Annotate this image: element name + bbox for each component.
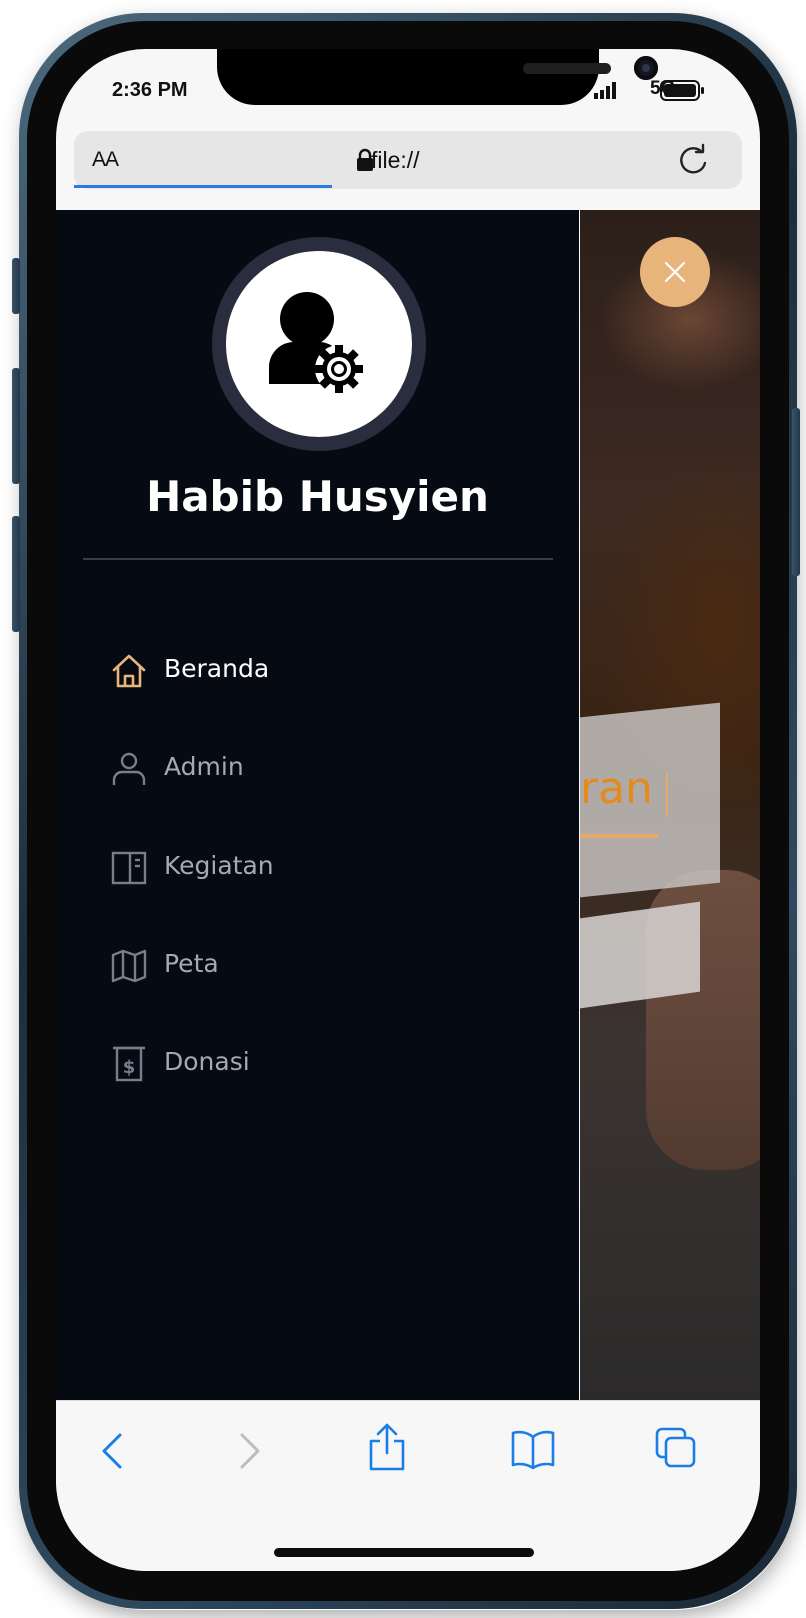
front-camera bbox=[634, 56, 658, 80]
forward-icon[interactable] bbox=[232, 1431, 264, 1471]
status-time: 2:36 PM bbox=[112, 79, 188, 101]
reload-icon[interactable] bbox=[676, 143, 710, 177]
address-bar[interactable]: AA file:// bbox=[74, 131, 742, 189]
home-indicator bbox=[274, 1548, 534, 1557]
web-content: ran Habib Husyien Beranda Admin Kegiatan… bbox=[56, 210, 760, 1400]
power-button bbox=[792, 408, 800, 576]
user-icon bbox=[112, 752, 146, 785]
sidebar-item-label: Donasi bbox=[164, 1047, 250, 1076]
bookmarks-icon[interactable] bbox=[511, 1429, 555, 1469]
sidebar-item-admin[interactable]: Admin bbox=[110, 740, 550, 796]
user-name: Habib Husyien bbox=[146, 472, 489, 521]
url-field[interactable]: file:// bbox=[371, 147, 420, 174]
receipt-dollar-icon: $ bbox=[113, 1046, 145, 1082]
map-icon bbox=[111, 949, 147, 983]
speaker bbox=[523, 63, 611, 74]
volume-down-button bbox=[12, 516, 20, 632]
mute-switch bbox=[12, 258, 20, 314]
browser-toolbar bbox=[56, 1400, 760, 1571]
home-icon bbox=[112, 654, 146, 688]
text-size-button[interactable]: AA bbox=[92, 148, 119, 172]
share-icon[interactable] bbox=[367, 1423, 407, 1471]
volume-up-button bbox=[12, 368, 20, 484]
avatar-circle bbox=[226, 251, 412, 437]
sidebar: Habib Husyien Beranda Admin Kegiatan Pet… bbox=[56, 210, 579, 1400]
sidebar-item-label: Admin bbox=[164, 752, 244, 781]
close-sidebar-button[interactable] bbox=[640, 237, 710, 307]
tabs-icon[interactable] bbox=[655, 1427, 697, 1469]
typing-cursor bbox=[666, 773, 668, 817]
signal-icon bbox=[594, 82, 616, 99]
sidebar-item-donasi[interactable]: $ Donasi bbox=[110, 1035, 550, 1091]
avatar bbox=[212, 237, 426, 451]
screen: 2:36 PM 5G AA file:// ran Habib Husyien … bbox=[56, 49, 760, 1571]
svg-text:$: $ bbox=[123, 1057, 136, 1078]
sidebar-divider bbox=[83, 558, 553, 560]
close-icon bbox=[664, 261, 686, 283]
hero-photo-box-2 bbox=[580, 901, 700, 1009]
sidebar-item-peta[interactable]: Peta bbox=[110, 937, 550, 993]
page-load-progress bbox=[74, 185, 332, 188]
user-gear-icon bbox=[269, 292, 363, 393]
back-icon[interactable] bbox=[98, 1431, 130, 1471]
sidebar-item-label: Peta bbox=[164, 949, 219, 978]
notch bbox=[217, 49, 658, 105]
hero-typed-text: ran bbox=[580, 763, 653, 814]
sidebar-item-beranda[interactable]: Beranda bbox=[110, 642, 550, 698]
sidebar-item-label: Beranda bbox=[164, 654, 270, 683]
sidebar-item-label: Kegiatan bbox=[164, 851, 274, 880]
hero-text-underline bbox=[580, 834, 658, 838]
sidebar-item-kegiatan[interactable]: Kegiatan bbox=[110, 839, 550, 895]
battery-icon bbox=[660, 80, 704, 101]
layout-icon bbox=[111, 851, 147, 885]
